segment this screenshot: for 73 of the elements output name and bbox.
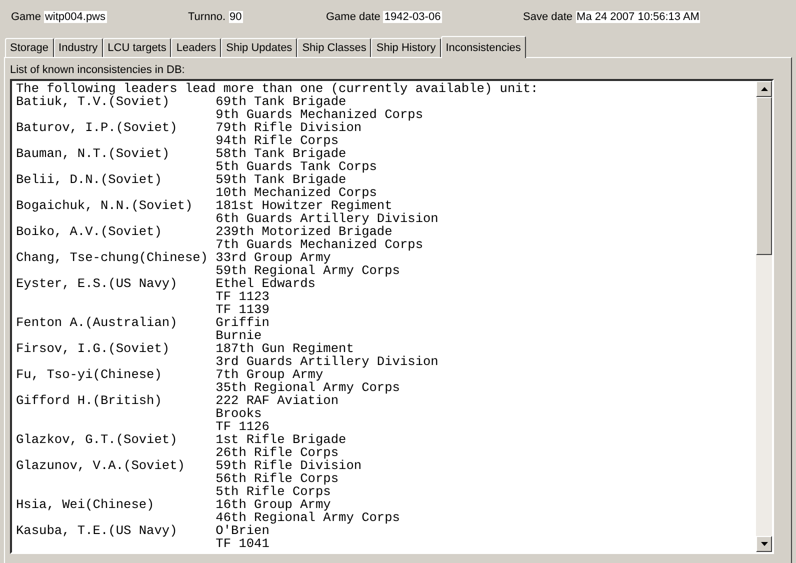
intro-text: The following leaders lead more than one (currently available) unit:	[16, 82, 540, 95]
leader-name: Bogaichuk, N.N.(Soviet)	[16, 198, 193, 213]
unit-name: Ethel Edwards	[216, 276, 316, 291]
leader-name: Boiko, A.V.(Soviet)	[16, 224, 162, 239]
unit-name: TF 1123	[216, 289, 270, 304]
scroll-thumb[interactable]	[756, 97, 772, 255]
scroll-up-icon[interactable]	[756, 81, 772, 97]
tab[interactable]: LCU targets	[102, 38, 172, 57]
field-value: witp004.pws	[44, 11, 107, 23]
unit-name: 16th Group Army	[216, 497, 331, 512]
tab[interactable]: Leaders	[171, 38, 222, 57]
leader-name: Gifford H.(British)	[16, 393, 162, 408]
leader-name: Glazkov, G.T.(Soviet)	[16, 432, 178, 447]
unit-name: TF 1126	[216, 419, 270, 434]
scrollbar[interactable]	[756, 81, 772, 552]
unit-name: 79th Rifle Division	[216, 120, 362, 135]
unit-name: 187th Gun Regiment	[216, 341, 354, 356]
tab[interactable]: Industry	[54, 38, 103, 57]
unit-name: 59th Rifle Division	[216, 458, 362, 473]
unit-name: 94th Rifle Corps	[216, 133, 339, 148]
unit-name: Brooks	[216, 406, 262, 421]
unit-name: 7th Guards Mechanized Corps	[216, 237, 423, 252]
unit-name: 59th Regional Army Corps	[216, 263, 400, 278]
unit-name: 5th Guards Tank Corps	[216, 159, 377, 174]
leader-name: Firsov, I.G.(Soviet)	[16, 341, 170, 356]
leader-name: Fu, Tso-yi(Chinese)	[16, 367, 162, 382]
leader-name: Baturov, I.P.(Soviet)	[16, 120, 178, 135]
leader-name: Belii, D.N.(Soviet)	[16, 172, 162, 187]
unit-name: 69th Tank Brigade	[216, 94, 346, 109]
leader-name: Batiuk, T.V.(Soviet)	[16, 94, 170, 109]
field-label: Game	[11, 11, 41, 23]
leader-name: Kasuba, T.E.(US Navy)	[16, 523, 178, 538]
field-value: 1942-03-06	[383, 11, 442, 23]
unit-name: Griffin	[216, 315, 270, 330]
unit-name: 181st Howitzer Regiment	[216, 198, 392, 213]
unit-name: 33rd Group Army	[216, 250, 331, 265]
field-label: Turnno.	[188, 11, 226, 23]
scroll-down-icon[interactable]	[756, 536, 772, 552]
leader-name: Hsia, Wei(Chinese)	[16, 497, 154, 512]
field-label: Game date	[326, 11, 380, 23]
unit-name: 46th Regional Army Corps	[216, 510, 400, 525]
field-label: Save date	[523, 11, 573, 23]
unit-name: 26th Rifle Corps	[216, 445, 339, 460]
unit-name: TF 1041	[216, 536, 270, 551]
unit-name: 239th Motorized Brigade	[216, 224, 392, 239]
field-value: Ma 24 2007 10:56:13 AM	[576, 11, 700, 23]
unit-name: 10th Mechanized Corps	[216, 185, 377, 200]
tab[interactable]: Storage	[5, 38, 54, 57]
unit-name: 3rd Guards Artillery Division	[216, 354, 438, 369]
unit-name: 9th Guards Mechanized Corps	[216, 107, 423, 122]
leader-name: Eyster, E.S.(US Navy)	[16, 276, 178, 291]
tab[interactable]: Ship Updates	[221, 38, 298, 57]
unit-name: 222 RAF Aviation	[216, 393, 339, 408]
tab[interactable]: Inconsistencies	[440, 36, 526, 58]
tab[interactable]: Ship History	[371, 38, 441, 57]
unit-name: Burnie	[216, 328, 262, 343]
leader-name: Chang, Tse-chung(Chinese)	[16, 250, 208, 265]
field-value: 90	[228, 11, 243, 23]
unit-name: 58th Tank Brigade	[216, 146, 346, 161]
leader-name: Bauman, N.T.(Soviet)	[16, 146, 170, 161]
unit-name: 59th Tank Brigade	[216, 172, 346, 187]
unit-name: 7th Group Army	[216, 367, 324, 382]
unit-name: 6th Guards Artillery Division	[216, 211, 438, 226]
unit-name: 5th Rifle Corps	[216, 484, 331, 499]
unit-name: 35th Regional Army Corps	[216, 380, 400, 395]
panel-caption: List of known inconsistencies in DB:	[10, 64, 186, 78]
unit-name: 1st Rifle Brigade	[216, 432, 346, 447]
tab[interactable]: Ship Classes	[297, 38, 372, 57]
leader-name: Fenton A.(Australian)	[16, 315, 178, 330]
unit-name: TF 1139	[216, 302, 270, 317]
unit-name: O'Brien	[216, 523, 270, 538]
leader-name: Glazunov, V.A.(Soviet)	[16, 458, 185, 473]
unit-name: 56th Rifle Corps	[216, 471, 339, 486]
